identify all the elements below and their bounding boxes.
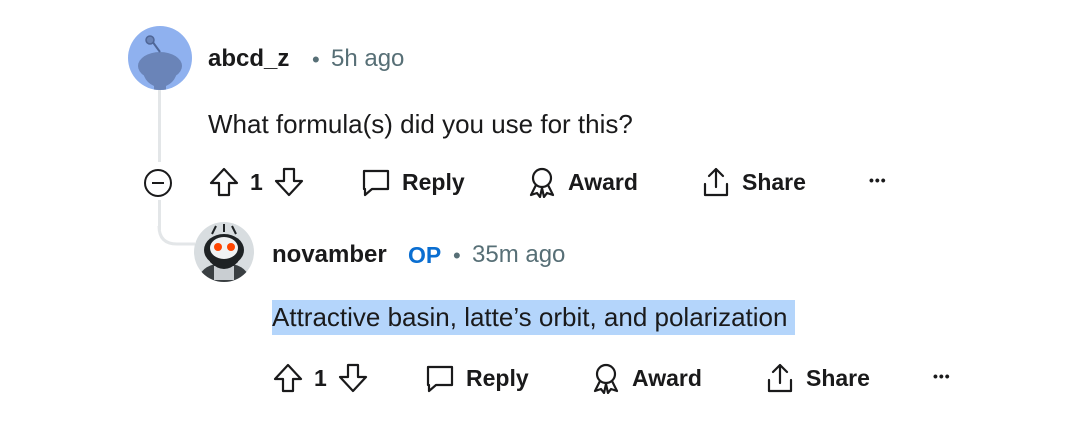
share-icon [764, 362, 796, 394]
snoo-avatar-icon [138, 35, 182, 90]
meta-separator: • [312, 47, 320, 72]
vote-group: 1 [272, 362, 369, 394]
award-label: Award [632, 364, 702, 391]
comment-bubble-icon [424, 362, 456, 394]
snoo-avatar-icon [200, 224, 248, 282]
vote-count: 1 [314, 364, 327, 391]
share-label: Share [806, 364, 870, 391]
share-button[interactable]: Share [700, 166, 806, 198]
upvote-icon[interactable] [272, 362, 304, 394]
thread-line [158, 90, 161, 162]
vote-count: 1 [250, 168, 263, 195]
reply-button[interactable]: Reply [424, 362, 529, 394]
reply-body: Attractive basin, latte’s orbit, and pol… [272, 300, 796, 335]
reply-username[interactable]: novamber [272, 241, 387, 269]
comment-bubble-icon [360, 166, 392, 198]
reply-button[interactable]: Reply [360, 166, 465, 198]
downvote-icon[interactable] [273, 166, 305, 198]
share-label: Share [742, 168, 806, 195]
avatar[interactable] [128, 26, 192, 90]
meta-separator: • [453, 243, 461, 268]
reply-label: Reply [466, 364, 529, 391]
comment-body: What formula(s) did you use for this? [208, 109, 633, 139]
reply-avatar[interactable] [194, 222, 254, 282]
vote-group: 1 [208, 166, 305, 198]
more-options-button[interactable]: ••• [933, 368, 951, 384]
thread-curve [157, 226, 195, 246]
award-button[interactable]: Award [590, 362, 702, 394]
reply-timestamp[interactable]: 35m ago [472, 241, 565, 269]
reply-label: Reply [402, 168, 465, 195]
selected-text: Attractive basin, latte’s orbit, and pol… [272, 300, 796, 335]
award-label: Award [568, 168, 638, 195]
collapse-thread-button[interactable] [144, 169, 172, 197]
award-icon [590, 362, 622, 394]
comment-timestamp[interactable]: 5h ago [331, 45, 404, 73]
share-button[interactable]: Share [764, 362, 870, 394]
upvote-icon[interactable] [208, 166, 240, 198]
downvote-icon[interactable] [337, 362, 369, 394]
share-icon [700, 166, 732, 198]
award-icon [526, 166, 558, 198]
award-button[interactable]: Award [526, 166, 638, 198]
more-options-button[interactable]: ••• [869, 172, 887, 188]
op-badge: OP [408, 242, 442, 268]
comment-username[interactable]: abcd_z [208, 45, 289, 73]
